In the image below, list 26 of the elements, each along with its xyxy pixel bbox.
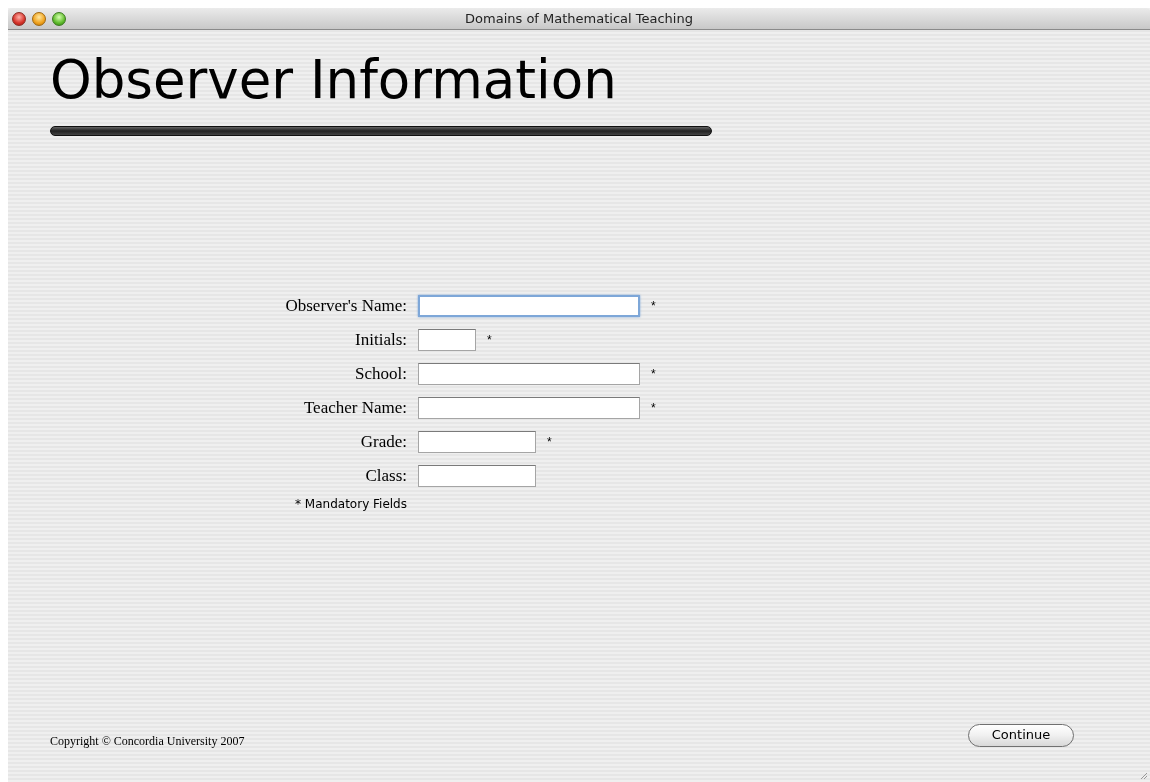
continue-button[interactable]: Continue [968,723,1074,747]
input-field[interactable] [418,397,640,419]
resize-grip-icon[interactable] [1138,770,1148,780]
page-heading: Observer Information [50,48,618,112]
input-field[interactable] [418,329,476,351]
required-mark: * [487,332,492,349]
field-label: Grade: [359,431,408,454]
required-mark: * [651,298,656,315]
minimize-button[interactable] [32,12,46,26]
required-mark: * [651,400,656,417]
field-label: Teacher Name: [302,397,408,420]
mandatory-note: * Mandatory Fields [295,496,408,513]
field-label: Class: [364,465,408,488]
input-field[interactable] [418,431,536,453]
window-title: Domains of Mathematical Teaching [465,9,693,28]
input-field[interactable] [418,295,640,317]
close-button[interactable] [12,12,26,26]
required-mark: * [651,366,656,383]
field-label: School: [354,363,408,386]
input-field[interactable] [418,363,640,385]
copyright-text: Copyright © Concordia University 2007 [50,733,245,750]
required-mark: * [547,434,552,451]
input-field[interactable] [418,465,536,487]
field-label: Initials: [354,329,408,352]
field-label: Observer's Name: [284,295,408,318]
zoom-button[interactable] [52,12,66,26]
